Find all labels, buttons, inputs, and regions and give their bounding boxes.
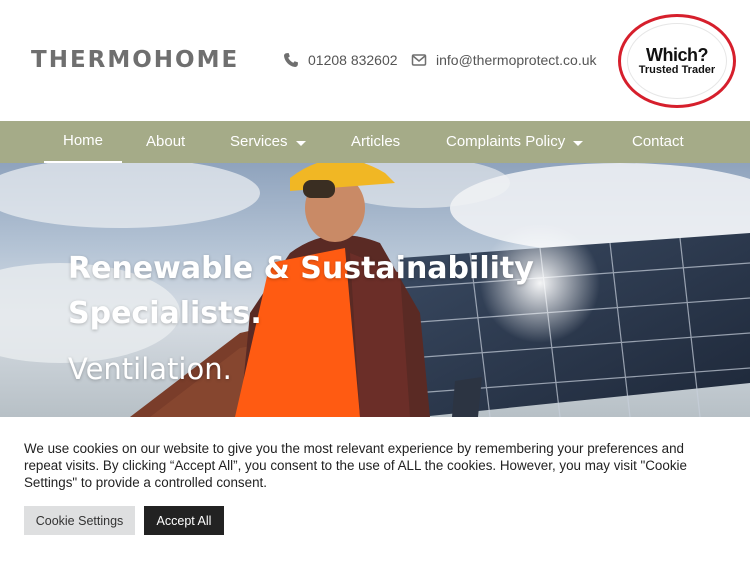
phone-contact[interactable]: 01208 832602 [283, 49, 398, 71]
phone-icon [284, 53, 298, 67]
badge-inner: Which? Trusted Trader [627, 23, 727, 99]
email-address[interactable]: info@thermoprotect.co.uk [436, 52, 597, 68]
accept-all-button[interactable]: Accept All [144, 506, 224, 535]
nav-item-label: About [146, 133, 186, 150]
main-navigation: Home About Services Articles Complaints … [0, 121, 750, 163]
badge-subtitle: Trusted Trader [638, 63, 716, 76]
nav-item-label: Home [62, 132, 103, 149]
nav-item-home[interactable]: Home [44, 121, 122, 163]
chevron-down-icon [573, 140, 584, 146]
email-contact[interactable]: info@thermoprotect.co.uk [411, 49, 597, 71]
site-logo[interactable]: THERMOHOME [31, 44, 239, 76]
hero-subtitle: Ventilation. [68, 352, 232, 386]
nav-item-label: Services [230, 133, 288, 150]
cookie-message: We use cookies on our website to give yo… [24, 441, 687, 490]
hero-banner: Renewable & Sustainability Specialists. … [0, 163, 750, 417]
badge-title: Which? [646, 44, 709, 65]
envelope-icon [411, 54, 427, 66]
chevron-down-icon [295, 140, 306, 146]
nav-item-label: Complaints Policy [446, 133, 566, 150]
cookie-consent-banner: We use cookies on our website to give yo… [0, 417, 750, 563]
nav-item-label: Contact [632, 133, 684, 150]
nav-item-complaints-policy[interactable]: Complaints Policy [446, 121, 584, 163]
site-header: THERMOHOME 01208 832602 info@thermoprote… [0, 0, 750, 121]
nav-item-services[interactable]: Services [230, 121, 306, 163]
nav-item-label: Articles [351, 133, 401, 150]
cookie-settings-button[interactable]: Cookie Settings [24, 506, 135, 535]
nav-item-about[interactable]: About [146, 121, 185, 163]
which-trusted-trader-badge[interactable]: Which? Trusted Trader [618, 14, 736, 108]
hero-title: Renewable & Sustainability Specialists. [68, 251, 534, 331]
nav-item-articles[interactable]: Articles [351, 121, 400, 163]
nav-item-contact[interactable]: Contact [632, 121, 684, 163]
phone-number[interactable]: 01208 832602 [308, 52, 398, 68]
